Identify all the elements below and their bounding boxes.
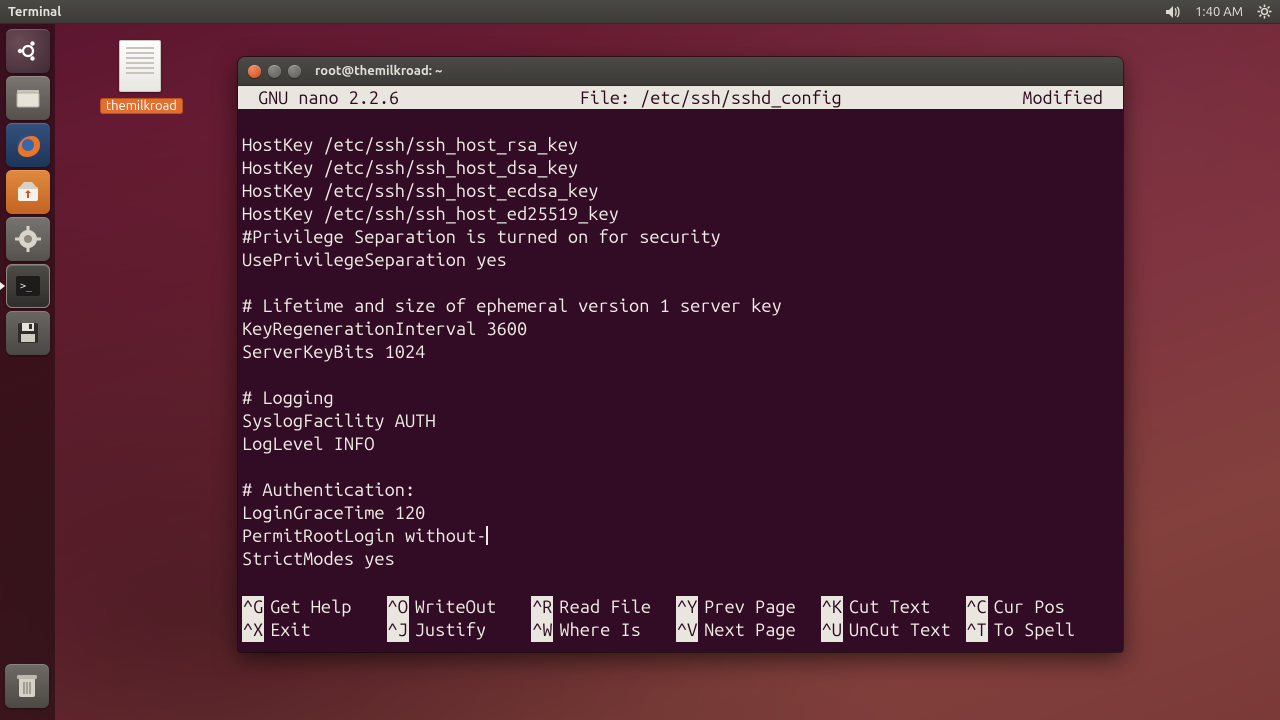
shortcut-label: Cur Pos [994, 596, 1065, 619]
nano-shortcut: ^Y Prev Page [676, 596, 821, 619]
nano-line [238, 364, 1123, 387]
launcher-save-session[interactable] [6, 311, 50, 355]
nano-shortcut: ^G Get Help [242, 596, 387, 619]
shortcut-label: WriteOut [415, 596, 496, 619]
shortcut-key: ^T [966, 619, 988, 642]
shortcut-label: Get Help [270, 596, 351, 619]
active-app-label: Terminal [8, 5, 61, 19]
nano-line: SyslogFacility AUTH [238, 410, 1123, 433]
launcher-ubuntu-software[interactable] [6, 170, 50, 214]
window-maximize-button[interactable] [288, 65, 301, 78]
sound-indicator-icon[interactable] [1165, 5, 1181, 19]
shortcut-label: Cut Text [849, 596, 930, 619]
shortcut-label: Prev Page [704, 596, 796, 619]
nano-line: #Privilege Separation is turned on for s… [238, 226, 1123, 249]
window-title: root@themilkroad: ~ [315, 64, 442, 78]
window-minimize-button[interactable] [268, 65, 281, 78]
nano-line: HostKey /etc/ssh/ssh_host_dsa_key [238, 157, 1123, 180]
nano-line: # Logging [238, 387, 1123, 410]
launcher-trash[interactable] [5, 664, 49, 708]
shortcut-key: ^J [387, 619, 409, 642]
nano-line: KeyRegenerationInterval 3600 [238, 318, 1123, 341]
nano-shortcut: ^W Where Is [531, 619, 676, 642]
text-cursor [486, 526, 488, 545]
top-panel: Terminal 1:40 AM [0, 0, 1280, 24]
nano-file: File: /etc/ssh/sshd_config [399, 88, 1022, 108]
launcher-system-settings[interactable] [6, 217, 50, 261]
nano-line: LogLevel INFO [238, 433, 1123, 456]
nano-line: # Lifetime and size of ephemeral version… [238, 295, 1123, 318]
shortcut-key: ^X [242, 619, 264, 642]
nano-line: PermitRootLogin without- [238, 525, 1123, 548]
shortcut-label: Where Is [559, 619, 640, 642]
nano-line: HostKey /etc/ssh/ssh_host_ecdsa_key [238, 180, 1123, 203]
nano-shortcut: ^R Read File [531, 596, 676, 619]
clock-label[interactable]: 1:40 AM [1195, 5, 1243, 19]
launcher-terminal[interactable]: >_ [6, 264, 50, 308]
nano-shortcut: ^T To Spell [966, 619, 1111, 642]
nano-line: LoginGraceTime 120 [238, 502, 1123, 525]
shortcut-key: ^V [676, 619, 698, 642]
nano-shortcut: ^J Justify [387, 619, 532, 642]
nano-line: UsePrivilegeSeparation yes [238, 249, 1123, 272]
desktop-file-icon[interactable]: themilkroad [100, 40, 180, 114]
window-titlebar[interactable]: root@themilkroad: ~ [238, 57, 1123, 86]
shortcut-key: ^U [821, 619, 843, 642]
shortcut-label: Read File [559, 596, 651, 619]
nano-shortcut: ^X Exit [242, 619, 387, 642]
nano-line: StrictModes yes [238, 548, 1123, 571]
shortcut-label: UnCut Text [849, 619, 951, 642]
nano-line: # Authentication: [238, 479, 1123, 502]
nano-shortcut: ^K Cut Text [821, 596, 966, 619]
launcher-files[interactable] [6, 76, 50, 120]
nano-shortcut: ^C Cur Pos [966, 596, 1111, 619]
shortcut-key: ^W [531, 619, 553, 642]
shortcut-label: Next Page [704, 619, 796, 642]
shortcut-key: ^C [966, 596, 988, 619]
file-icon [119, 40, 161, 92]
shortcut-label: Exit [270, 619, 311, 642]
nano-line: HostKey /etc/ssh/ssh_host_ed25519_key [238, 203, 1123, 226]
nano-editor[interactable]: GNU nano 2.2.6 File: /etc/ssh/sshd_confi… [238, 86, 1123, 571]
svg-text:>_: >_ [20, 281, 33, 292]
shortcut-key: ^O [387, 596, 409, 619]
nano-line [238, 111, 1123, 134]
launcher-firefox[interactable] [6, 123, 50, 167]
terminal-window[interactable]: root@themilkroad: ~ GNU nano 2.2.6 File:… [238, 57, 1123, 652]
nano-status: Modified [1022, 88, 1103, 108]
shortcut-key: ^G [242, 596, 264, 619]
nano-text-area[interactable]: HostKey /etc/ssh/ssh_host_rsa_keyHostKey… [238, 109, 1123, 571]
desktop-file-label: themilkroad [100, 98, 183, 114]
nano-shortcut: ^U UnCut Text [821, 619, 966, 642]
shortcut-label: Justify [415, 619, 486, 642]
nano-shortcut-bar: ^G Get Help ^O WriteOut ^R Read File ^Y Prev Pa… [238, 596, 1123, 642]
shortcut-key: ^K [821, 596, 843, 619]
running-pip-icon [0, 282, 5, 290]
nano-line: HostKey /etc/ssh/ssh_host_rsa_key [238, 134, 1123, 157]
launcher-dash-home[interactable] [6, 29, 50, 73]
unity-launcher: >_ [0, 24, 55, 720]
nano-header-bar: GNU nano 2.2.6 File: /etc/ssh/sshd_confi… [238, 86, 1123, 109]
nano-line [238, 456, 1123, 479]
shortcut-key: ^Y [676, 596, 698, 619]
nano-line: ServerKeyBits 1024 [238, 341, 1123, 364]
window-close-button[interactable] [248, 65, 261, 78]
nano-version: GNU nano 2.2.6 [258, 88, 399, 108]
nano-shortcut: ^V Next Page [676, 619, 821, 642]
shortcut-key: ^R [531, 596, 553, 619]
nano-line [238, 272, 1123, 295]
nano-shortcut: ^O WriteOut [387, 596, 532, 619]
shortcut-label: To Spell [994, 619, 1075, 642]
session-gear-icon[interactable] [1257, 4, 1272, 19]
